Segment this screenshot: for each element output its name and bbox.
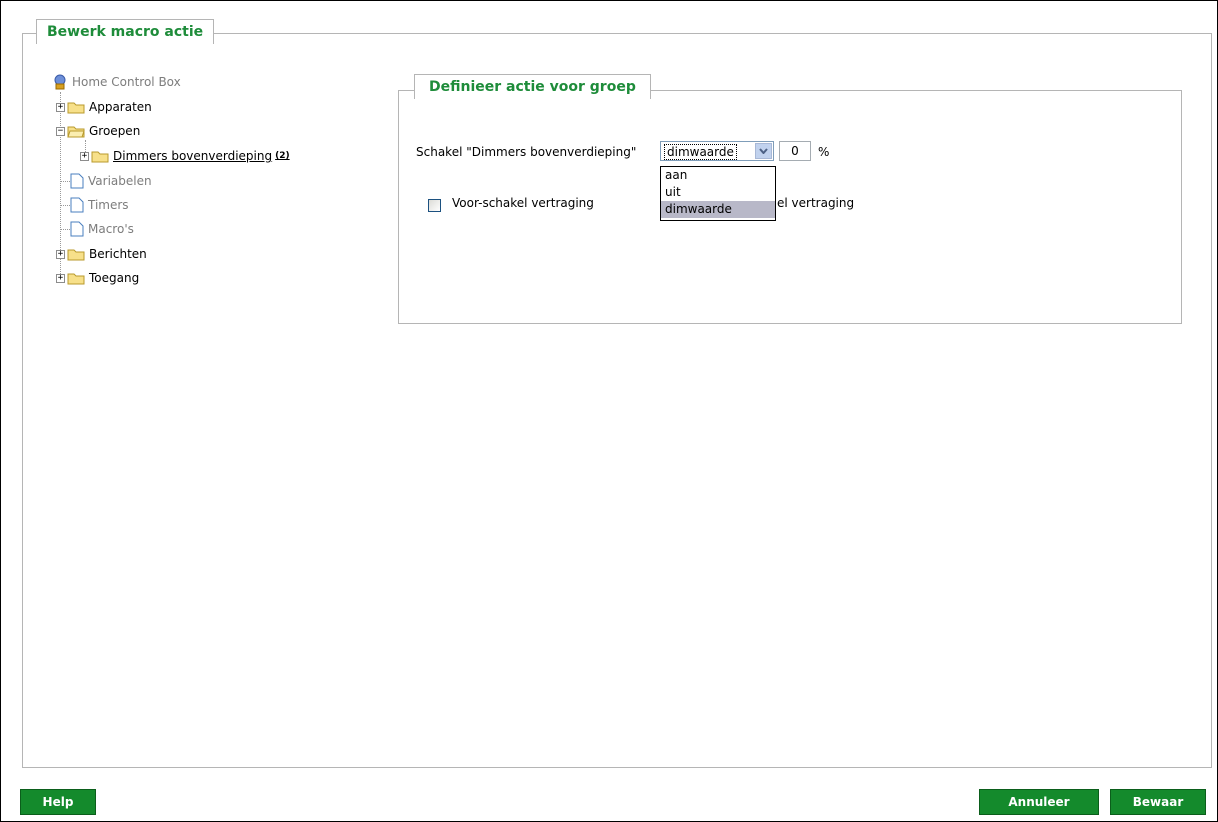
folder-open-icon — [67, 126, 85, 138]
tree-item-timers[interactable]: Timers — [68, 195, 129, 215]
tree-item-label: Macro's — [88, 222, 134, 236]
tree-item-label: Groepen — [89, 124, 141, 138]
tree-item-apparaten[interactable]: + Apparaten — [56, 97, 152, 117]
tree-item-label: Variabelen — [88, 174, 152, 188]
action-select-value: dimwaarde — [664, 144, 737, 160]
expand-icon[interactable]: + — [56, 102, 65, 112]
expand-icon[interactable]: + — [56, 273, 65, 283]
tree-item-label: Apparaten — [89, 100, 152, 114]
computer-icon — [54, 74, 66, 90]
folder-icon — [67, 102, 85, 114]
tree-item-variabelen[interactable]: Variabelen — [68, 171, 152, 191]
document-icon — [70, 221, 84, 237]
dropdown-option-dimwaarde[interactable]: dimwaarde — [661, 201, 775, 218]
help-button[interactable]: Help — [20, 789, 96, 815]
action-select-dropdown[interactable]: aan uit dimwaarde — [660, 166, 776, 221]
post-delay-label: el vertraging — [777, 196, 855, 210]
tree-root-label: Home Control Box — [72, 75, 181, 89]
tree-item-berichten[interactable]: + Berichten — [56, 244, 147, 264]
document-icon — [70, 173, 84, 189]
tree-item-toegang[interactable]: + Toegang — [56, 268, 139, 288]
expand-icon[interactable]: + — [56, 249, 65, 259]
save-button[interactable]: Bewaar — [1110, 789, 1206, 815]
switch-action-label: Schakel "Dimmers bovenverdieping" — [416, 145, 637, 159]
group-action-title: Definieer actie voor groep — [414, 74, 651, 99]
expand-icon[interactable]: + — [80, 151, 89, 161]
tree-item-groepen[interactable]: − Groepen — [56, 121, 140, 141]
tree-item-dimmers-bovenverdieping[interactable]: + Dimmers bovenverdieping (2) — [80, 146, 290, 166]
collapse-icon[interactable]: − — [56, 126, 65, 136]
dropdown-option-uit[interactable]: uit — [661, 184, 775, 201]
action-select[interactable]: dimwaarde — [660, 141, 774, 161]
tree-item-label: Berichten — [89, 247, 147, 261]
tree-item-macros[interactable]: Macro's — [68, 219, 134, 239]
document-icon — [70, 197, 84, 213]
dropdown-option-aan[interactable]: aan — [661, 167, 775, 184]
cancel-button[interactable]: Annuleer — [979, 789, 1099, 815]
folder-icon — [67, 273, 85, 285]
tree-root[interactable]: Home Control Box — [52, 72, 181, 92]
pre-delay-checkbox[interactable] — [428, 199, 441, 212]
folder-icon — [67, 249, 85, 261]
tree-item-label: Timers — [88, 198, 129, 212]
pre-delay-label: Voor-schakel vertraging — [452, 196, 594, 210]
tree-item-label: Toegang — [89, 271, 140, 285]
panel-title: Bewerk macro actie — [36, 19, 215, 44]
tree-item-label[interactable]: Dimmers bovenverdieping — [113, 149, 272, 163]
item-count-badge: (2) — [275, 151, 290, 161]
dim-percent-input[interactable]: 0 — [779, 141, 811, 161]
percent-unit: % — [818, 145, 830, 159]
chevron-down-icon[interactable] — [755, 143, 772, 159]
folder-icon — [91, 151, 109, 163]
